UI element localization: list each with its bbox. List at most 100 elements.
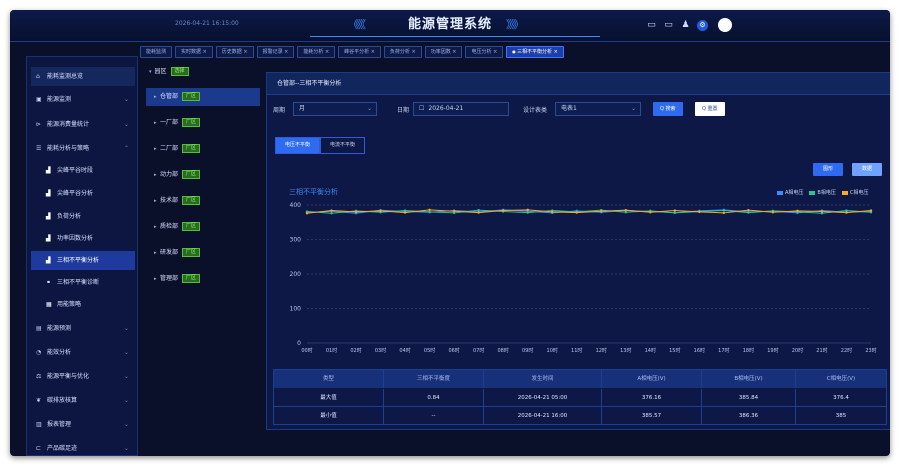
tree-node-7[interactable]: ▸ 管理部 厂区 [146,270,260,288]
tree-root[interactable]: ▾ 园区 选择 [149,66,189,78]
graph-button[interactable]: 图形 [813,163,844,176]
title-chevron-right: 》》》 [506,18,524,31]
monitor-icon[interactable]: ▭ [663,20,674,31]
tree-node-4[interactable]: ▸ 技术部 厂区 [146,192,260,210]
tree-root-tag: 选择 [170,67,189,76]
analysis-subtabs: 电压不平衡 电流不平衡 [275,137,366,154]
subtab-1[interactable]: 电流不平衡 [320,137,366,154]
table-cell: 385 [796,407,886,425]
sidebar-item-12[interactable]: ◔ 能效分析 ⌄ [31,343,135,362]
tab-4[interactable]: 能耗分析 × [297,46,336,58]
panel-title: 仓管部--三相不平衡分析 [267,73,890,95]
reset-button[interactable]: Q 重置 [695,102,725,116]
list-icon: ☰ [36,145,42,152]
tab-7[interactable]: 功率因数 × [424,46,463,58]
sidebar-item-15[interactable]: ▥ 报表管理 ⌄ [31,415,135,434]
data-point [796,209,799,213]
column-header: 三相不平衡度 [384,370,484,388]
tab-0[interactable]: 能耗监测 [140,46,173,58]
chevron-down-icon: ▾ [149,69,152,75]
sidebar-item-10[interactable]: ▦ 用能策略 [31,295,135,314]
y-tick-label: 400 [290,202,302,209]
x-tick-label: 08时 [497,347,508,354]
tree-node-0[interactable]: ▸ 仓管部 厂区 [146,88,260,106]
tab-9[interactable]: ● 三相不平衡分析 × [506,46,564,58]
sidebar-item-13[interactable]: ⚖ 能源平衡与优化 ⌄ [31,367,135,386]
tree-node-3[interactable]: ▸ 动力部 厂区 [146,166,260,184]
chevron-down-icon: ⌄ [366,105,372,112]
sidebar-item-8[interactable]: ▟ 三相不平衡分析 [31,251,135,270]
tab-2[interactable]: 历史数据 × [215,46,254,58]
x-tick-label: 02时 [350,347,361,354]
x-tick-label: 16时 [694,347,705,354]
x-tick-label: 18时 [743,347,754,354]
calendar-icon: ☐ [419,105,425,112]
sidebar-item-11[interactable]: ▤ 能源预测 ⌄ [31,319,135,338]
x-tick-label: 12时 [596,347,607,354]
bar-icon: ▟ [46,213,51,220]
data-point [526,211,529,214]
data-point [869,209,873,212]
sidebar-item-6[interactable]: ▟ 负荷分析 [31,207,135,226]
column-header: 发生时间 [484,370,602,388]
tab-6[interactable]: 负荷分析 × [383,46,422,58]
sidebar-item-14[interactable]: ❦ 碳排放核算 ⌄ [31,391,135,410]
tree-node-6[interactable]: ▸ 研发部 厂区 [146,244,260,262]
data-point [722,209,726,212]
tab-1[interactable]: 实时数据 × [175,46,213,58]
data-button[interactable]: 数据 [852,163,883,176]
tab-label: 三相不平衡分析 × [517,49,558,55]
data-point [452,210,456,213]
tree-node-tag: 厂区 [182,144,201,153]
tab-label: 实时数据 × [181,49,207,55]
sidebar-item-label: 功率因数分析 [57,235,94,242]
chevron-right-icon: ▸ [154,120,157,126]
date-input[interactable]: ☐ 2026-04-21 [413,102,509,116]
subtab-0[interactable]: 电压不平衡 [275,137,321,154]
search-button[interactable]: Q 搜索 [653,102,683,116]
chevron-right-icon: ▸ [154,224,157,230]
tab-3[interactable]: 报警记录 × [256,46,295,58]
data-point [600,210,603,213]
doc-icon: ▤ [36,325,42,332]
period-select[interactable]: 月 ⌄ [293,102,377,116]
tree-node-1[interactable]: ▸ 一厂部 厂区 [146,114,260,132]
sidebar-item-1[interactable]: ▣ 能源监测 ⌄ [31,90,135,109]
data-point [428,210,431,214]
gear-icon[interactable]: ⚙ [697,19,708,31]
meter-select[interactable]: 电表1 ⌄ [555,102,641,116]
tree-node-tag: 厂区 [182,196,201,205]
x-tick-label: 17时 [718,347,729,354]
x-tick-label: 04时 [399,347,410,354]
sidebar-item-3[interactable]: ☰ 能耗分析与策略 ⌃ [31,139,135,158]
tab-5[interactable]: 峰谷平分析 × [338,46,381,58]
legend-swatch [777,190,783,195]
top-icons: ▭ ▭ ♟ ⚙ [646,18,732,32]
table-cell: -- [384,407,484,425]
data-point [722,211,726,215]
y-tick-label: 0 [297,340,301,347]
sidebar-item-16[interactable]: ⊏ 产品碳足迹 ⌄ [31,439,135,456]
tree-node-2[interactable]: ▸ 二厂部 厂区 [146,140,260,158]
data-point [428,208,431,212]
chevron-down-icon: ⌄ [123,349,129,356]
sidebar-item-5[interactable]: ▟ 尖峰平谷分析 [31,184,135,203]
tree-node-5[interactable]: ▸ 质检部 厂区 [146,218,260,236]
sidebar-item-0[interactable]: ⌂ 能耗监测总览 [31,67,135,86]
sidebar-item-9[interactable]: ⚭ 三相不平衡诊断 [31,273,135,292]
column-header: 类型 [274,370,384,388]
bar-icon: ▟ [46,167,51,174]
data-point [354,210,358,214]
bell-icon[interactable]: ♟ [680,20,691,31]
sidebar-item-label: 尖峰平谷分析 [57,190,94,197]
chevron-down-icon: ⌄ [123,445,129,452]
sidebar-item-4[interactable]: ▟ 尖峰平谷时段 [31,161,135,180]
tree-node-label: 技术部 [160,197,179,204]
sidebar-item-7[interactable]: ▟ 功率因数分析 [31,229,135,248]
monitor-icon[interactable]: ▭ [646,20,657,31]
avatar[interactable] [718,18,732,32]
chevron-right-icon: ▸ [154,94,157,100]
tab-8[interactable]: 电压分析 × [465,46,504,58]
x-tick-label: 19时 [767,347,778,354]
sidebar-item-2[interactable]: ⊳ 能源消费量统计 ⌄ [31,115,135,134]
